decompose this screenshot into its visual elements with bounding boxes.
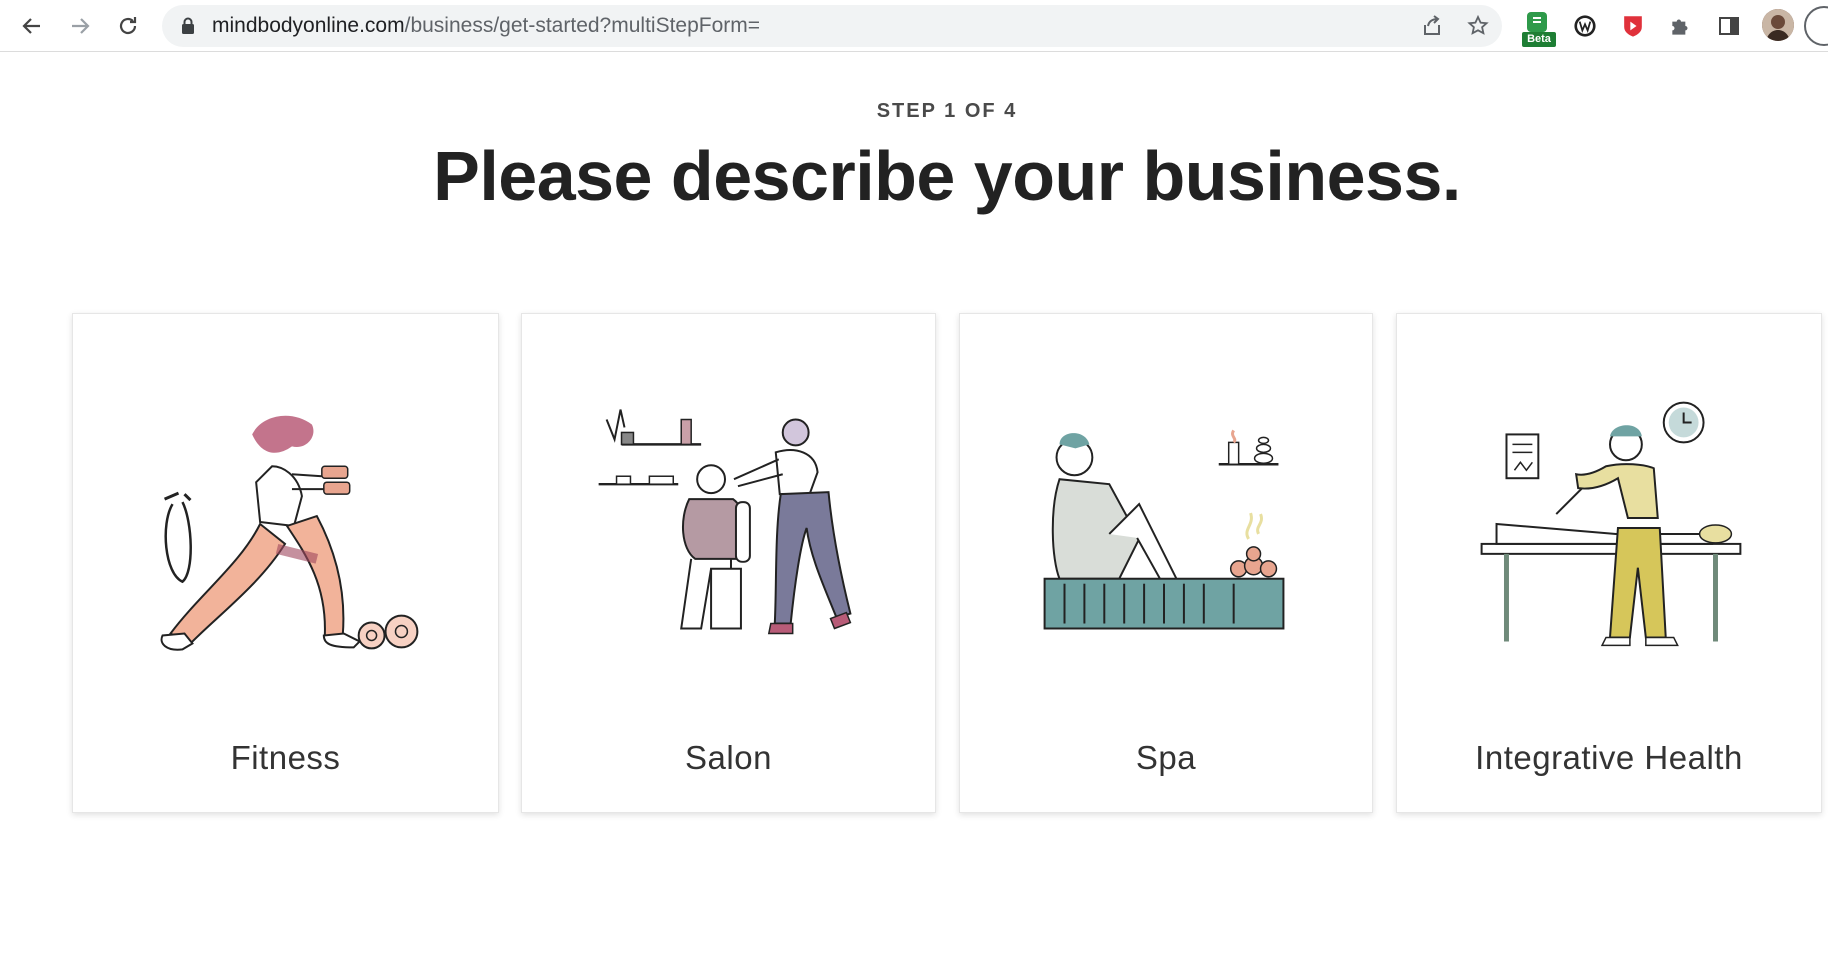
bookmark-star-icon[interactable] [1466, 14, 1490, 38]
option-label: Spa [1135, 739, 1197, 776]
option-card-salon[interactable]: Salon [521, 313, 936, 813]
page-title: Please describe your business. [433, 137, 1461, 215]
browser-toolbar: mindbodyonline.com/business/get-started?… [0, 0, 1828, 52]
w-logo-icon [1574, 15, 1596, 37]
w-extension[interactable] [1568, 9, 1602, 43]
share-icon[interactable] [1420, 14, 1444, 38]
reload-button[interactable] [112, 10, 144, 42]
url-path: /business/get-started?multiStepForm= [404, 14, 761, 37]
integrative-health-illustration-icon [1480, 401, 1742, 647]
back-button[interactable] [16, 10, 48, 42]
profile-avatar[interactable] [1762, 9, 1794, 41]
address-bar[interactable]: mindbodyonline.com/business/get-started?… [162, 5, 1502, 47]
avatar-icon [1762, 9, 1794, 41]
option-card-spa[interactable]: Spa [959, 313, 1373, 813]
url-domain: mindbodyonline.com [212, 14, 405, 37]
salon-illustration-icon [598, 409, 852, 635]
option-label: Integrative Health [1475, 739, 1743, 776]
option-card-integrative-health[interactable]: Integrative Health [1396, 313, 1822, 813]
option-label: Fitness [230, 739, 341, 776]
lock-icon [182, 17, 194, 34]
fitness-illustration-icon [160, 415, 419, 651]
reload-icon [119, 17, 137, 35]
forward-button[interactable] [64, 10, 96, 42]
spa-illustration-icon [1043, 429, 1285, 630]
beta-badge: Beta [1522, 32, 1556, 47]
profile-menu-button[interactable] [1804, 6, 1828, 46]
sidebar-toggle[interactable] [1712, 9, 1746, 43]
arrow-left-icon [22, 18, 40, 34]
puzzle-icon [1672, 19, 1688, 35]
option-card-fitness[interactable]: Fitness [72, 313, 499, 813]
step-indicator: STEP 1 OF 4 [876, 100, 1018, 122]
red-shield-extension[interactable] [1616, 9, 1650, 43]
arrow-right-icon [72, 18, 90, 34]
option-label: Salon [685, 739, 772, 776]
shield-icon [1624, 16, 1642, 37]
side-panel-icon [1719, 17, 1739, 35]
url-text: mindbodyonline.com/business/get-started?… [212, 5, 760, 47]
beta-extension[interactable]: Beta [1520, 9, 1556, 47]
extensions-menu[interactable] [1664, 9, 1698, 43]
